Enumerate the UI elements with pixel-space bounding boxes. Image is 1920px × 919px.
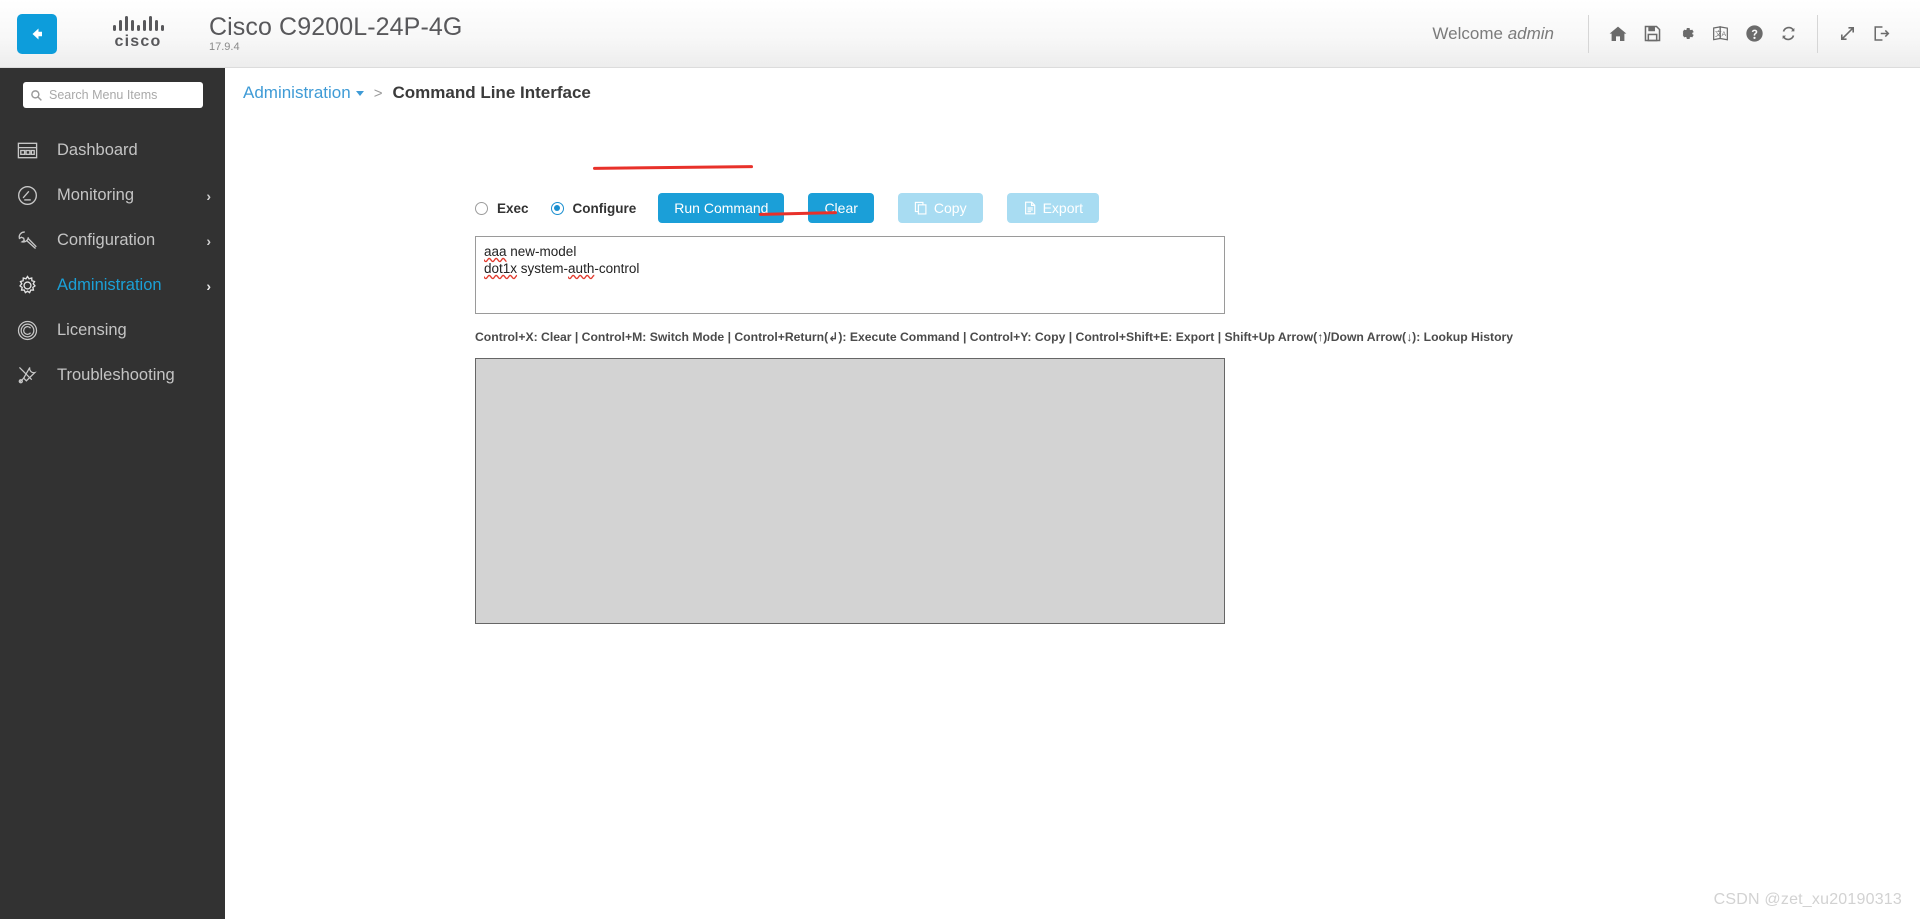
sidebar-item-dashboard[interactable]: Dashboard xyxy=(0,128,225,173)
device-title: Cisco C9200L-24P-4G xyxy=(209,12,463,41)
welcome-label: Welcome xyxy=(1432,23,1503,43)
copy-icon xyxy=(914,201,927,215)
radio-dot-icon xyxy=(550,201,564,215)
watermark: CSDN @zet_xu20190313 xyxy=(1713,891,1902,908)
sidebar-item-licensing[interactable]: Licensing xyxy=(0,308,225,353)
app-header: cisco Cisco C9200L-24P-4G 17.9.4 Welcome… xyxy=(0,0,1920,68)
cli-mode-radio-group: Exec Configure xyxy=(475,201,658,216)
copyright-icon xyxy=(16,319,50,342)
radio-exec[interactable]: Exec xyxy=(475,201,529,216)
chevron-right-icon: › xyxy=(206,277,211,294)
breadcrumb-parent-label: Administration xyxy=(243,83,351,102)
sidebar-item-monitoring[interactable]: Monitoring › xyxy=(0,173,225,218)
search-icon xyxy=(31,89,42,101)
breadcrumb-parent[interactable]: Administration xyxy=(243,83,364,103)
translate-icon[interactable]: 文 A xyxy=(1703,17,1737,51)
back-arrow-icon xyxy=(32,28,42,39)
annotation-underline-page-title xyxy=(592,165,754,170)
sidebar-item-label: Dashboard xyxy=(57,141,138,159)
breadcrumb-separator: > xyxy=(373,84,383,102)
command-input-area[interactable]: aaa new-model dot1x system-auth-control xyxy=(475,236,1225,314)
cisco-logo: cisco xyxy=(97,16,179,51)
sidebar-item-label: Licensing xyxy=(57,321,127,339)
cli-control-row: Exec Configure Run Command Clear Copy Ex… xyxy=(475,193,1100,223)
cisco-bars-icon xyxy=(112,16,164,31)
device-version: 17.9.4 xyxy=(209,41,240,54)
radio-exec-label: Exec xyxy=(497,200,529,216)
svg-text:A: A xyxy=(1721,31,1726,38)
keyboard-shortcuts-hint: Control+X: Clear | Control+M: Switch Mod… xyxy=(475,330,1514,344)
sidebar-nav: Dashboard Monitoring › Configuration › A… xyxy=(0,128,225,398)
welcome-text: Welcome admin xyxy=(1432,24,1554,44)
sidebar-item-label: Administration xyxy=(57,276,162,294)
chevron-right-icon: › xyxy=(206,232,211,249)
gear-outline-icon xyxy=(16,274,50,297)
sidebar-item-label: Configuration xyxy=(57,231,156,249)
export-icon xyxy=(1024,201,1035,215)
save-icon[interactable] xyxy=(1635,17,1669,51)
sidebar-item-administration[interactable]: Administration › xyxy=(0,263,225,308)
sidebar-item-label: Monitoring xyxy=(57,186,135,204)
expand-icon[interactable] xyxy=(1830,17,1864,51)
radio-configure[interactable]: Configure xyxy=(550,200,637,216)
back-button[interactable] xyxy=(17,13,57,54)
header-actions: Welcome admin 文 A xyxy=(1432,0,1920,67)
device-title-block: Cisco C9200L-24P-4G 17.9.4 xyxy=(209,12,463,54)
page-title: Command Line Interface xyxy=(392,83,591,102)
radio-configure-label: Configure xyxy=(572,200,637,216)
sidebar-item-troubleshooting[interactable]: Troubleshooting xyxy=(0,353,225,398)
copy-button[interactable]: Copy xyxy=(897,193,983,223)
export-label: Export xyxy=(1042,200,1084,216)
sidebar-item-configuration[interactable]: Configuration › xyxy=(0,218,225,263)
chevron-right-icon: › xyxy=(206,187,211,204)
dashboard-icon xyxy=(16,139,50,162)
clear-button[interactable]: Clear xyxy=(808,193,874,223)
sidebar-search-wrap xyxy=(0,68,225,108)
refresh-icon[interactable] xyxy=(1771,17,1805,51)
run-command-button[interactable]: Run Command xyxy=(658,193,785,223)
main-content: Administration > Command Line Interface … xyxy=(225,68,1920,919)
welcome-username: admin xyxy=(1507,23,1554,43)
wrench-icon xyxy=(16,229,50,252)
header-divider-2 xyxy=(1817,14,1818,53)
logout-icon[interactable] xyxy=(1864,17,1898,51)
search-box[interactable] xyxy=(23,82,203,108)
breadcrumb: Administration > Command Line Interface xyxy=(225,68,1920,118)
copy-label: Copy xyxy=(933,200,967,216)
help-icon[interactable] xyxy=(1737,17,1771,51)
troubleshooting-icon xyxy=(16,364,50,387)
sidebar: Dashboard Monitoring › Configu xyxy=(0,68,225,919)
search-input[interactable] xyxy=(49,88,196,102)
cli-output-panel xyxy=(475,358,1225,624)
home-icon[interactable] xyxy=(1601,17,1635,51)
chevron-down-icon xyxy=(355,91,364,97)
sidebar-item-label: Troubleshooting xyxy=(57,366,175,384)
command-line-2: dot1x system-auth-control xyxy=(484,261,640,276)
gear-icon[interactable] xyxy=(1669,17,1703,51)
monitoring-icon xyxy=(16,184,50,207)
run-command-label: Run Command xyxy=(674,200,769,216)
cisco-wordmark: cisco xyxy=(114,33,162,50)
export-button[interactable]: Export xyxy=(1006,193,1100,223)
radio-dot-icon xyxy=(475,201,488,215)
header-divider-1 xyxy=(1588,14,1589,53)
command-line-1: aaa new-model xyxy=(484,244,577,259)
